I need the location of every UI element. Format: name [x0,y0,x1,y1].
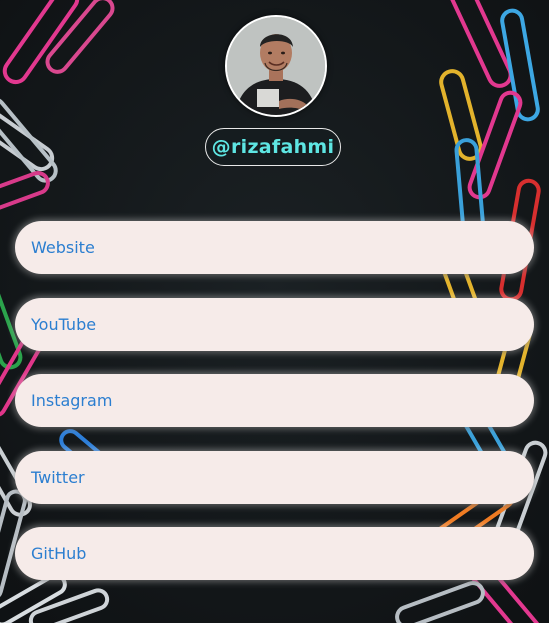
link-youtube-button[interactable]: YouTube [15,297,534,351]
link-twitter-button[interactable]: Twitter [15,450,534,504]
profile-page: @rizafahmi Website YouTube Instagram Twi… [0,0,549,623]
username-handle: @rizafahmi [205,128,341,166]
link-github-button[interactable]: GitHub [15,527,534,580]
avatar [225,15,327,117]
link-website-button[interactable]: Website [15,221,534,274]
link-list: Website YouTube Instagram Twitter GitHub [15,221,534,604]
link-instagram-button[interactable]: Instagram [15,374,534,427]
avatar-photo [227,17,325,115]
